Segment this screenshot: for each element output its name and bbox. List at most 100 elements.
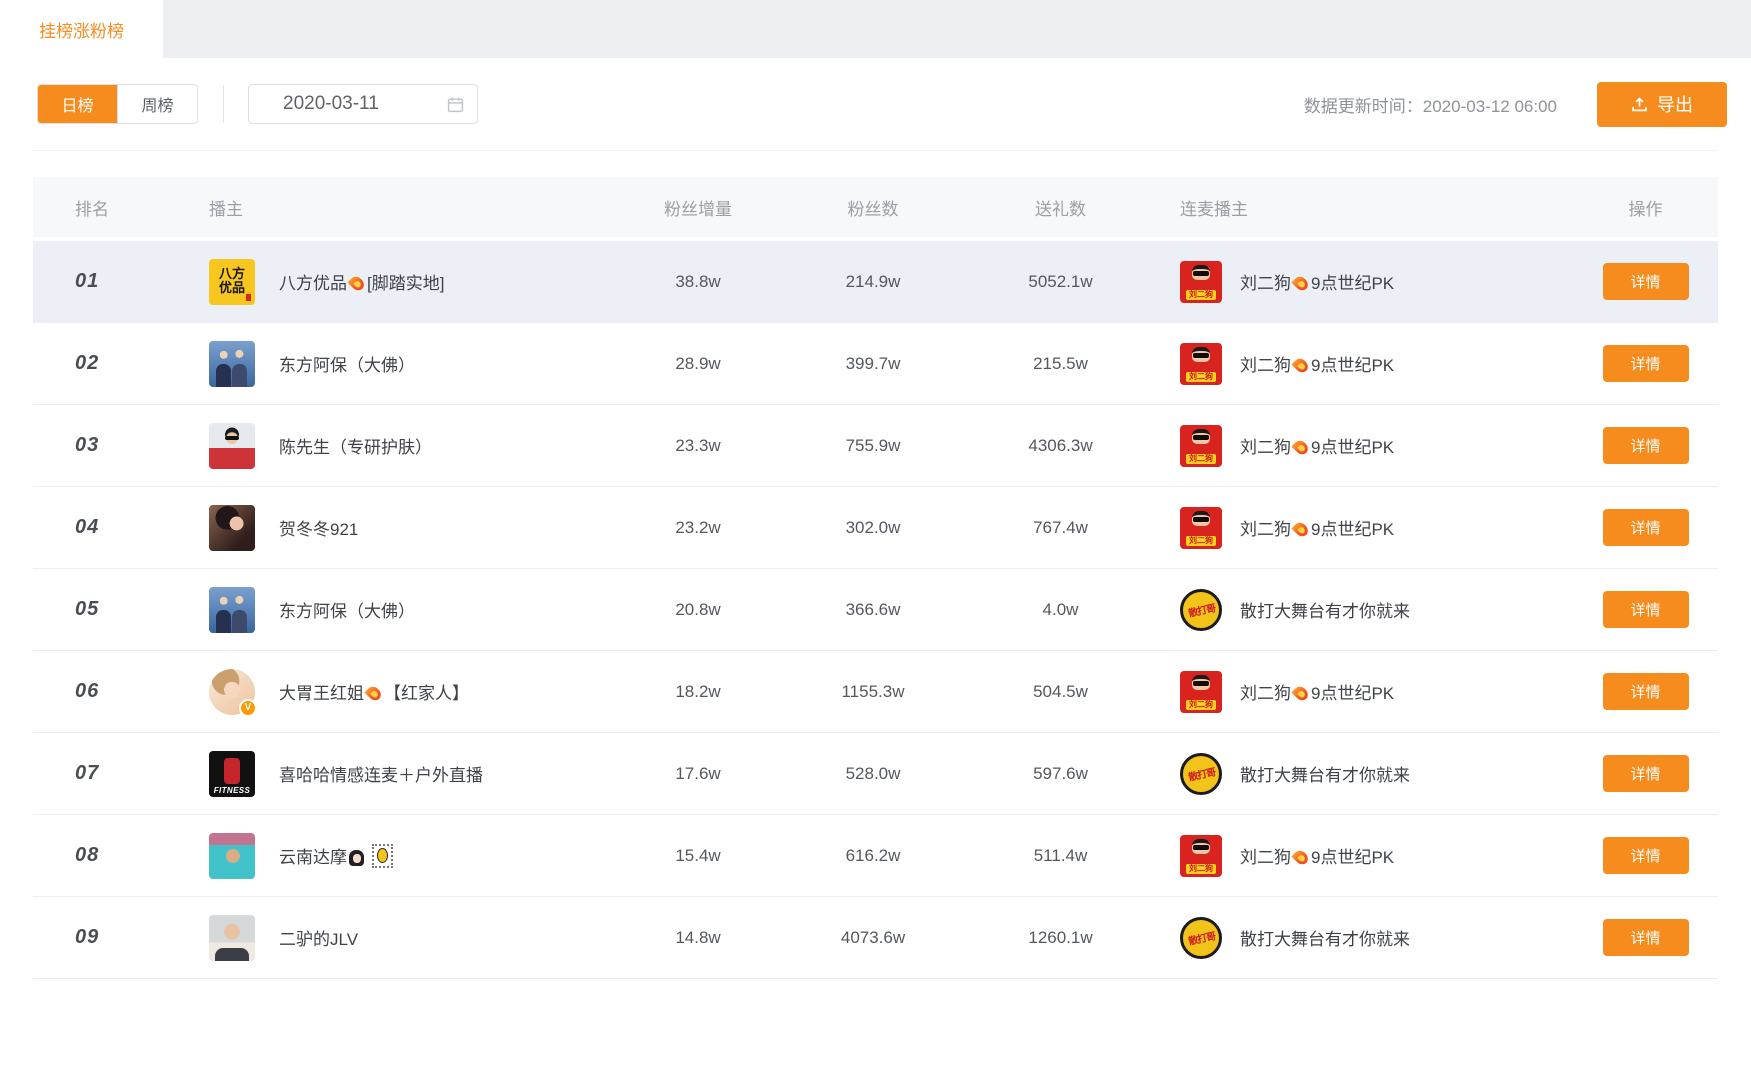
fire-emoji [347, 274, 366, 293]
table-row: 04贺冬冬92123.2w302.0w767.4w刘二狗刘二狗9点世纪PK详情 [33, 487, 1718, 569]
rank-value: 06 [33, 680, 183, 703]
broadcaster-name: 大胃王红姐【红家人】 [279, 679, 469, 704]
update-time: 数据更新时间：2020-03-12 06:00 [1304, 92, 1557, 117]
fans-total: 528.0w [778, 764, 968, 784]
cohost-avatar: 散打哥 [1180, 753, 1222, 795]
gifts-count: 4306.3w [968, 436, 1153, 456]
cohost-name: 散打大舞台有才你就来 [1240, 761, 1410, 786]
broadcaster-avatar [209, 505, 255, 551]
cohost-name: 刘二狗9点世纪PK [1240, 515, 1394, 540]
period-toggle: 日榜 周榜 [37, 84, 198, 124]
fire-emoji [1291, 520, 1310, 539]
fans-gain: 18.2w [618, 682, 778, 702]
export-button[interactable]: 导出 [1597, 82, 1727, 127]
table-row: 03 陈先生（专研护肤） 23.3w755.9w4306.3w 刘二狗刘二狗9点世纪P… [33, 405, 1718, 487]
cohost-name: 刘二狗9点世纪PK [1240, 679, 1394, 704]
fire-emoji [1291, 274, 1310, 293]
fans-gain: 15.4w [618, 846, 778, 866]
weekly-tab-button[interactable]: 周榜 [117, 85, 197, 123]
fans-total: 755.9w [778, 436, 968, 456]
gifts-count: 1260.1w [968, 928, 1153, 948]
column-header-5: 连麦播主 [1153, 195, 1573, 220]
table-row: 02东方阿保（大佛）28.9w399.7w215.5w刘二狗刘二狗9点世纪PK详… [33, 323, 1718, 405]
gifts-count: 215.5w [968, 354, 1153, 374]
detail-button[interactable]: 详情 [1603, 673, 1689, 710]
fans-total: 1155.3w [778, 682, 968, 702]
cohost-avatar: 刘二狗 [1180, 261, 1222, 303]
column-header-0: 排名 [33, 195, 183, 220]
broadcaster-avatar [209, 423, 255, 469]
fire-emoji [1291, 356, 1310, 375]
fans-total: 214.9w [778, 272, 968, 292]
broadcaster-name: 云南达摩 [279, 843, 393, 868]
cohost-name: 刘二狗9点世纪PK [1240, 433, 1394, 458]
broadcaster-name: 喜哈哈情感连麦＋户外直播 [279, 761, 483, 786]
broadcaster-avatar [209, 915, 255, 961]
broadcaster-name: 贺冬冬921 [279, 515, 358, 540]
fans-total: 4073.6w [778, 928, 968, 948]
fans-total: 366.6w [778, 600, 968, 620]
detail-button[interactable]: 详情 [1603, 919, 1689, 956]
broadcaster-avatar: 八方优品 [209, 259, 255, 305]
rank-value: 09 [33, 926, 183, 949]
date-picker[interactable]: 2020-03-11 [248, 84, 478, 124]
broadcaster-name: 二驴的JLV [279, 925, 358, 950]
cohost-avatar-text: 刘二狗 [1186, 372, 1216, 382]
column-header-6: 操作 [1573, 195, 1718, 220]
table-header: 排名播主粉丝增量粉丝数送礼数连麦播主操作 [33, 177, 1718, 237]
column-header-3: 粉丝数 [778, 195, 968, 220]
toolbar: 日榜 周榜 2020-03-11 数据更新时间：2020-03-12 06:00… [33, 58, 1718, 151]
detail-button[interactable]: 详情 [1603, 755, 1689, 792]
table-row: 01八方优品八方优品[脚踏实地]38.8w214.9w5052.1w刘二狗刘二狗… [33, 241, 1718, 323]
fans-gain: 28.9w [618, 354, 778, 374]
broadcaster-name: 陈先生（专研护肤） [279, 433, 432, 458]
detail-button[interactable]: 详情 [1603, 263, 1689, 300]
detail-button[interactable]: 详情 [1603, 509, 1689, 546]
table-row: 09二驴的JLV14.8w4073.6w1260.1w散打哥散打大舞台有才你就来… [33, 897, 1718, 979]
cohost-name: 刘二狗9点世纪PK [1240, 843, 1394, 868]
table-row: 07FITNESS喜哈哈情感连麦＋户外直播17.6w528.0w597.6w散打… [33, 733, 1718, 815]
detail-button[interactable]: 详情 [1603, 591, 1689, 628]
cohost-avatar: 刘二狗 [1180, 343, 1222, 385]
tab-title: 挂榜涨粉榜 [39, 17, 124, 42]
rank-value: 07 [33, 762, 183, 785]
gifts-count: 5052.1w [968, 272, 1153, 292]
fans-gain: 38.8w [618, 272, 778, 292]
cohost-avatar: 刘二狗 [1180, 835, 1222, 877]
broadcaster-avatar [209, 833, 255, 879]
fans-gain: 23.2w [618, 518, 778, 538]
fans-gain: 23.3w [618, 436, 778, 456]
avatar-text: FITNESS [214, 786, 251, 797]
cohost-avatar-text: 刘二狗 [1186, 290, 1216, 300]
calendar-icon [447, 96, 464, 113]
column-header-1: 播主 [183, 195, 618, 220]
cohost-avatar: 刘二狗 [1180, 425, 1222, 467]
detail-button[interactable]: 详情 [1603, 345, 1689, 382]
table-row: 05东方阿保（大佛）20.8w366.6w4.0w散打哥散打大舞台有才你就来详情 [33, 569, 1718, 651]
detail-button[interactable]: 详情 [1603, 427, 1689, 464]
broadcaster-avatar [209, 587, 255, 633]
rank-value: 03 [33, 434, 183, 457]
update-time-label: 数据更新时间： [1304, 97, 1423, 116]
broadcaster-name: 东方阿保（大佛） [279, 597, 415, 622]
rank-value: 01 [33, 270, 183, 293]
tab-bar: 挂榜涨粉榜 [0, 0, 1751, 58]
fans-total: 616.2w [778, 846, 968, 866]
avatar-text: 八方优品 [218, 268, 246, 296]
column-header-2: 粉丝增量 [618, 195, 778, 220]
gifts-count: 504.5w [968, 682, 1153, 702]
fans-total: 399.7w [778, 354, 968, 374]
column-header-4: 送礼数 [968, 195, 1153, 220]
fans-gain: 17.6w [618, 764, 778, 784]
export-icon [1631, 96, 1648, 113]
detail-button[interactable]: 详情 [1603, 837, 1689, 874]
cohost-avatar: 刘二狗 [1180, 671, 1222, 713]
tab-fan-growth-ranking[interactable]: 挂榜涨粉榜 [0, 0, 163, 58]
fire-emoji [1291, 848, 1310, 867]
fans-gain: 20.8w [618, 600, 778, 620]
daily-tab-button[interactable]: 日榜 [38, 85, 117, 123]
cohost-avatar: 散打哥 [1180, 917, 1222, 959]
fans-gain: 14.8w [618, 928, 778, 948]
rank-value: 05 [33, 598, 183, 621]
table-row: 06V大胃王红姐【红家人】18.2w1155.3w504.5w刘二狗刘二狗9点世… [33, 651, 1718, 733]
